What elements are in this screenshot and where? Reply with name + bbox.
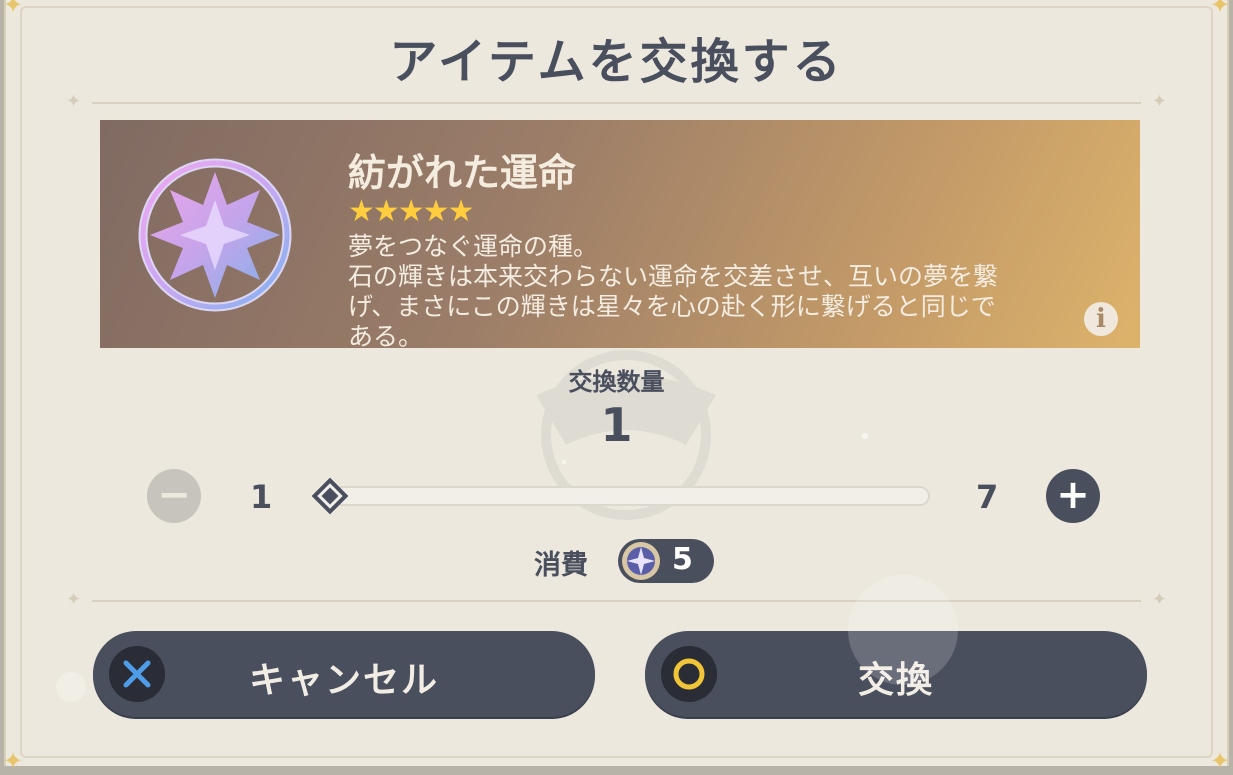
slider-min-label: 1 (250, 478, 273, 516)
cancel-button[interactable]: キャンセル (93, 631, 595, 717)
slider-max-label: 7 (976, 478, 999, 516)
sparkle (562, 460, 566, 464)
cancel-button-label: キャンセル (248, 660, 439, 701)
description-line: げ、まさにこの輝きは星々を心の赴く形に繋げると同じで (348, 292, 996, 321)
description-line: 石の輝きは本来交わらない運命を交差させ、互いの夢を繋 (348, 262, 999, 291)
quantity-label: 交換数量 (568, 368, 665, 396)
corner-star-icon: ✦ (2, 747, 24, 775)
cost-value: 5 (672, 542, 693, 577)
decrease-button[interactable]: − (147, 469, 201, 523)
quantity-slider-track[interactable] (328, 486, 930, 506)
corner-star-icon: ✦ (1209, 747, 1231, 775)
intertwined-fate-icon (138, 158, 292, 312)
item-name: 紡がれた運命 (348, 151, 577, 195)
item-description: 夢をつなぐ運命の種。 石の輝きは本来交わらない運命を交差させ、互いの夢を繋 げ、… (348, 232, 1088, 348)
increase-button[interactable]: + (1046, 469, 1100, 523)
starglitter-icon (622, 542, 660, 580)
info-icon[interactable]: i (1084, 302, 1118, 336)
cost-label: 消費 (534, 550, 588, 581)
dialog-title: アイテムを交換する (389, 34, 844, 90)
corner-star-icon: ✦ (1209, 0, 1231, 19)
sparkle (862, 433, 868, 439)
description-line: 夢をつなぐ運命の種。 (348, 232, 599, 261)
cost-badge: 5 (618, 539, 714, 583)
item-card: 紡がれた運命 ★★★★★ 夢をつなぐ運命の種。 石の輝きは本来交わらない運命を交… (100, 120, 1140, 348)
rarity-stars: ★★★★★ (348, 194, 474, 229)
corner-star-icon: ✦ (2, 0, 24, 19)
sparkle (56, 672, 86, 702)
sparkle (848, 575, 958, 685)
top-divider: ✦ ✦ (66, 91, 1167, 112)
quantity-value: 1 (600, 398, 633, 452)
slider-handle[interactable] (310, 476, 350, 516)
bottom-divider: ✦ ✦ (66, 589, 1167, 610)
exchange-dialog: ✦ ✦ ✦ ✦ アイテムを交換する ✦ ✦ 紡がれた運命 ★★★★★ 夢をつなぐ… (3, 0, 1230, 774)
